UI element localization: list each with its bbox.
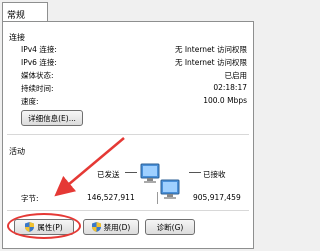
annotation-highlight-ellipse bbox=[7, 213, 81, 239]
